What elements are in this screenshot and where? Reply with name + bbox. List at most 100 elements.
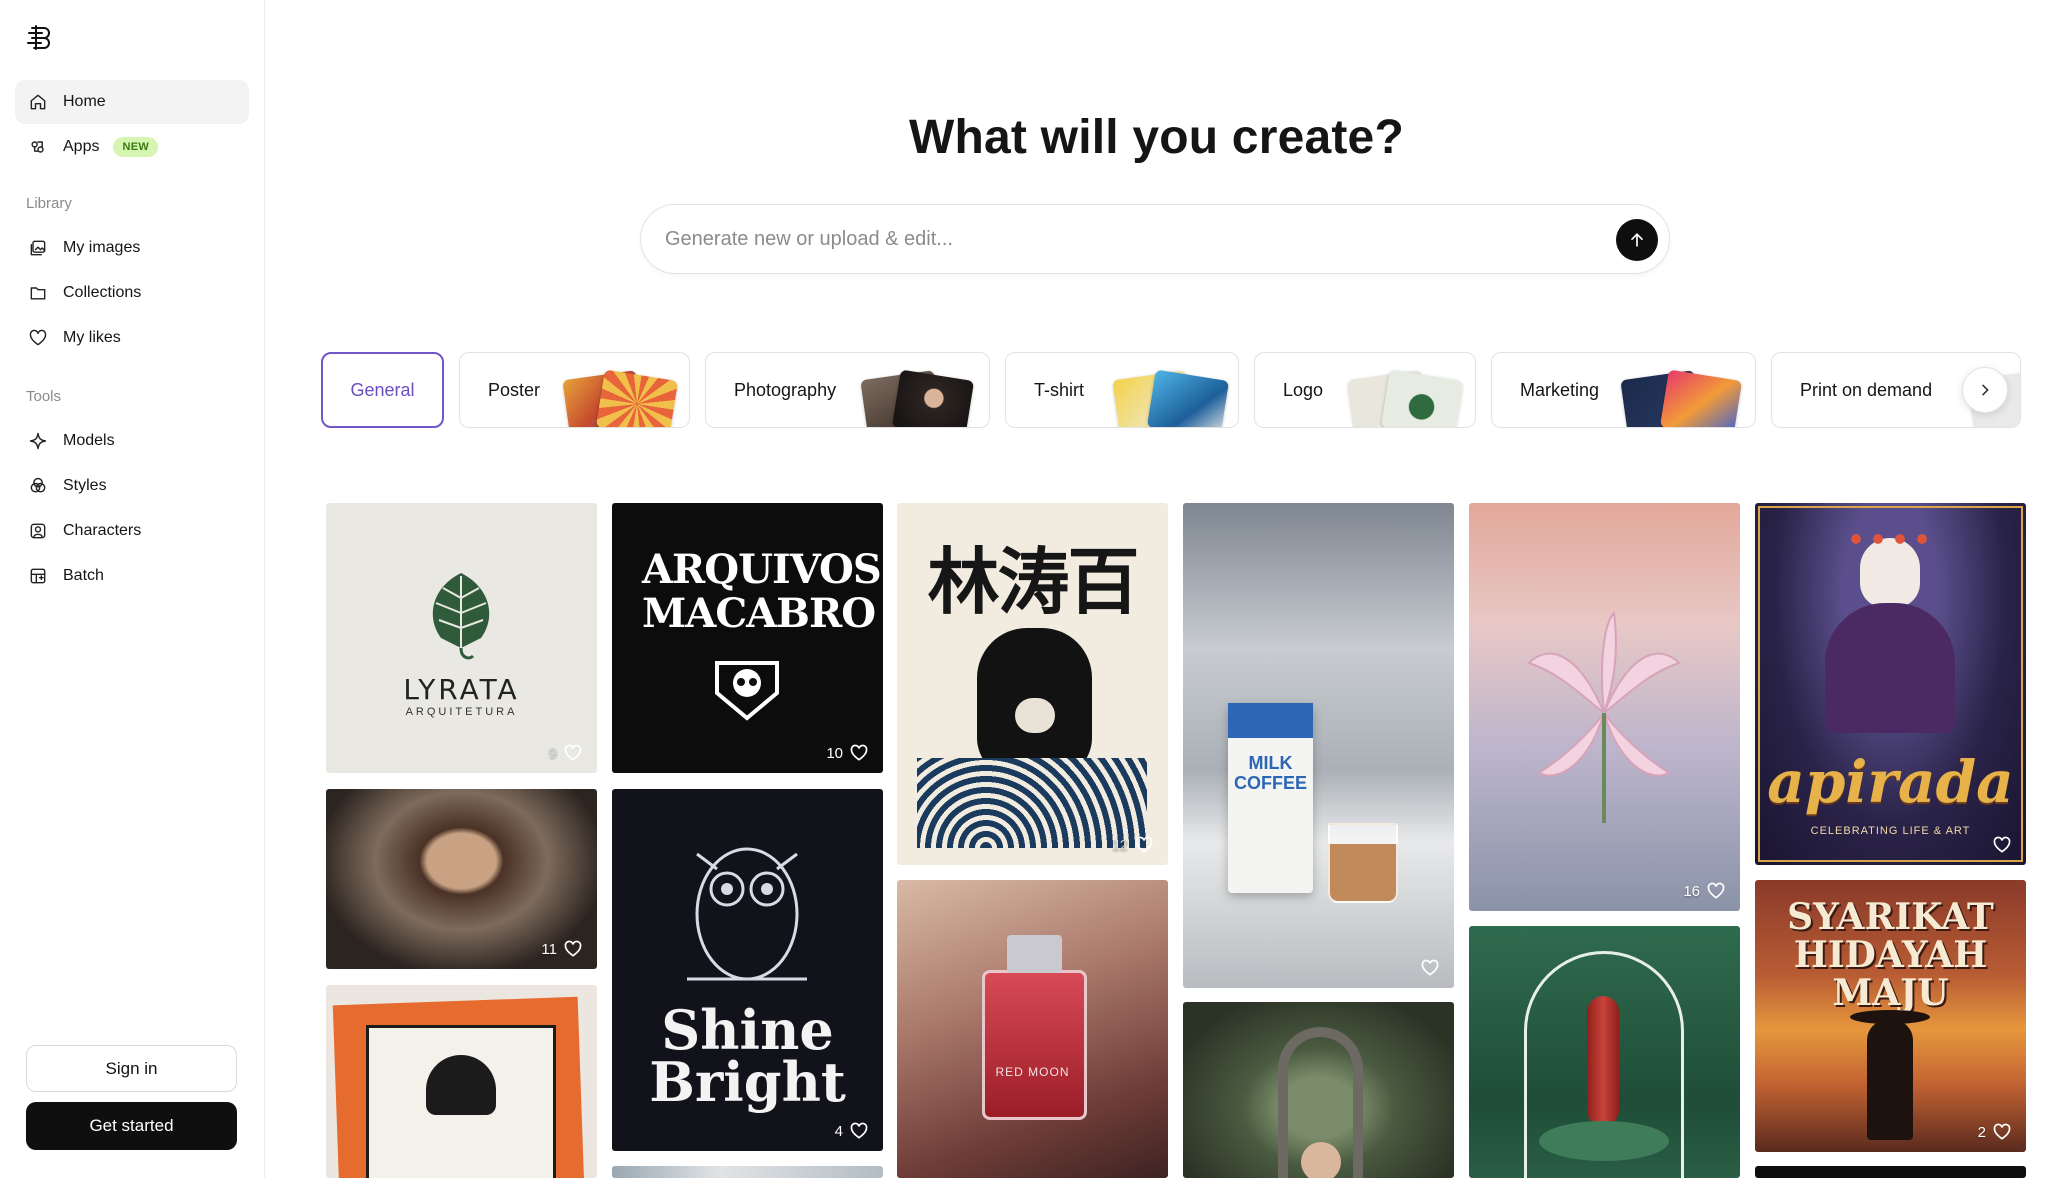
coffee-glass bbox=[1328, 823, 1398, 903]
get-started-button[interactable]: Get started bbox=[26, 1102, 237, 1150]
heart-icon bbox=[564, 940, 582, 957]
characters-icon bbox=[28, 521, 48, 541]
category-general[interactable]: General bbox=[321, 352, 444, 428]
category-scroll-next-button[interactable] bbox=[1962, 367, 2008, 413]
rice-ball bbox=[1015, 698, 1055, 733]
sidebar-item-home[interactable]: Home bbox=[15, 80, 249, 124]
prompt-search-bar bbox=[640, 204, 1670, 274]
arrow-up-icon bbox=[1631, 233, 1643, 247]
like-counter[interactable]: 16 bbox=[1683, 881, 1726, 901]
like-counter[interactable] bbox=[1414, 958, 1440, 978]
heart-icon bbox=[1993, 1123, 2011, 1140]
sidebar-item-models[interactable]: Models bbox=[15, 419, 249, 463]
category-photography[interactable]: Photography bbox=[705, 352, 990, 428]
category-label: T-shirt bbox=[1034, 379, 1085, 400]
tile-caption: apirada bbox=[1767, 748, 2014, 816]
gallery-item-cat-wave-print[interactable]: 林涛百 12 bbox=[897, 503, 1168, 865]
like-counter[interactable]: 12 bbox=[1111, 835, 1154, 855]
gallery-item-arquivos-macabro[interactable]: ARQUIVOS MACABRO 10 bbox=[612, 503, 883, 773]
category-poster[interactable]: Poster bbox=[459, 352, 690, 428]
gallery-item-girl-in-garden[interactable] bbox=[1183, 1002, 1454, 1178]
pedestal bbox=[1539, 1121, 1669, 1161]
like-counter[interactable]: 4 bbox=[835, 1121, 869, 1141]
tile-caption: RED MOON bbox=[995, 1065, 1070, 1079]
sidebar-item-label: Apps bbox=[63, 138, 100, 155]
category-label: General bbox=[350, 379, 415, 400]
sidebar-item-batch[interactable]: Batch bbox=[15, 554, 249, 598]
category-logo[interactable]: Logo bbox=[1254, 352, 1476, 428]
submit-button[interactable] bbox=[1616, 219, 1658, 261]
sidebar-item-styles[interactable]: Styles bbox=[15, 464, 249, 508]
logo-thumbnail bbox=[1380, 369, 1464, 427]
tshirt-thumbnail bbox=[1146, 369, 1230, 427]
gallery-item-shine-bright-owl[interactable]: Shine Bright 4 bbox=[612, 789, 883, 1151]
brand-logo-icon[interactable] bbox=[24, 22, 54, 52]
owl-illustration-icon bbox=[687, 847, 807, 981]
tile-subcaption: ARQUITETURA bbox=[405, 706, 518, 718]
sidebar-item-characters[interactable]: Characters bbox=[15, 509, 249, 553]
heart-icon bbox=[1707, 882, 1725, 899]
gallery-item-dark-tile[interactable] bbox=[1755, 1166, 2026, 1178]
sidebar-item-label: Home bbox=[63, 93, 106, 110]
chevron-right-icon bbox=[1982, 384, 1989, 396]
tile-caption: SYARIKAT HIDAYAH MAJU bbox=[1787, 896, 1994, 1014]
like-counter[interactable]: 11 bbox=[541, 939, 583, 959]
tile-caption: ARQUIVOS MACABRO bbox=[642, 546, 882, 637]
gallery-item-red-moon-perfume[interactable]: RED MOON bbox=[897, 880, 1168, 1178]
flower-crown bbox=[1845, 528, 1935, 556]
poster-thumbnail bbox=[595, 369, 679, 427]
category-label: Poster bbox=[488, 379, 541, 400]
heart-icon bbox=[850, 1122, 868, 1139]
sidebar-item-apps[interactable]: Apps NEW bbox=[15, 125, 249, 169]
batch-icon bbox=[28, 566, 48, 586]
sidebar: Home Apps NEW Library My images Collecti… bbox=[0, 0, 265, 1178]
like-count: 9 bbox=[548, 744, 557, 762]
gallery-item-milk-coffee[interactable]: MILK COFFEE bbox=[1183, 503, 1454, 988]
tile-caption: Shine Bright bbox=[649, 998, 846, 1114]
apps-icon bbox=[28, 137, 48, 157]
sidebar-item-label: Batch bbox=[63, 567, 104, 584]
category-label: Logo bbox=[1283, 379, 1324, 400]
sidebar-item-my-likes[interactable]: My likes bbox=[15, 316, 249, 360]
gallery-item-window-photo[interactable] bbox=[612, 1166, 883, 1178]
like-counter[interactable]: 2 bbox=[1978, 1122, 2012, 1142]
gallery-item-young-man-portrait[interactable]: 11 bbox=[326, 789, 597, 969]
gallery-item-sausage-product[interactable] bbox=[1469, 926, 1740, 1178]
like-counter[interactable]: 10 bbox=[826, 743, 869, 763]
tools-section-label: Tools bbox=[26, 388, 62, 405]
sign-in-button[interactable]: Sign in bbox=[26, 1045, 237, 1092]
gallery-item-syarikat-hidayah-maju[interactable]: SYARIKAT HIDAYAH MAJU 2 bbox=[1755, 880, 2026, 1152]
cowboy-hat bbox=[1850, 1010, 1930, 1024]
sidebar-item-my-images[interactable]: My images bbox=[15, 226, 249, 270]
sausage-shape bbox=[1587, 996, 1619, 1126]
gallery-item-pink-lilies[interactable]: 16 bbox=[1469, 503, 1740, 911]
lily-flower-icon bbox=[1527, 610, 1681, 823]
gallery-item-apirada-poster[interactable]: apirada CELEBRATING LIFE & ART bbox=[1755, 503, 2026, 865]
sidebar-item-collections[interactable]: Collections bbox=[15, 271, 249, 315]
page-title: What will you create? bbox=[909, 111, 1404, 164]
styles-icon bbox=[28, 476, 48, 496]
face-shape bbox=[1301, 1142, 1341, 1178]
sidebar-item-label: Styles bbox=[63, 477, 107, 494]
category-marketing[interactable]: Marketing bbox=[1491, 352, 1756, 428]
perfume-bottle bbox=[982, 970, 1087, 1120]
category-row: General Poster Photography T-shirt Logo … bbox=[321, 352, 2021, 428]
like-count: 12 bbox=[1111, 836, 1128, 854]
app-root: Home Apps NEW Library My images Collecti… bbox=[0, 0, 2048, 1178]
gallery-item-cassette-illustration[interactable] bbox=[326, 985, 597, 1178]
folder-icon bbox=[28, 283, 48, 303]
tile-caption: MILK COFFEE bbox=[1233, 753, 1307, 793]
photo-thumbnail bbox=[891, 369, 975, 427]
gallery-item-lyrata-logo[interactable]: LYRATA ARQUITETURA 9 bbox=[326, 503, 597, 773]
like-count: 16 bbox=[1683, 882, 1700, 900]
cowboy-silhouette bbox=[1867, 1020, 1913, 1140]
bottle-cap bbox=[1007, 935, 1062, 973]
new-badge: NEW bbox=[113, 137, 159, 157]
library-section-label: Library bbox=[26, 195, 72, 212]
prompt-input[interactable] bbox=[665, 205, 1565, 273]
like-counter[interactable] bbox=[1986, 835, 2012, 855]
like-counter[interactable]: 9 bbox=[549, 743, 583, 763]
sidebar-item-label: Collections bbox=[63, 284, 142, 301]
category-tshirt[interactable]: T-shirt bbox=[1005, 352, 1239, 428]
tile-caption: 林涛百 bbox=[927, 540, 1139, 624]
